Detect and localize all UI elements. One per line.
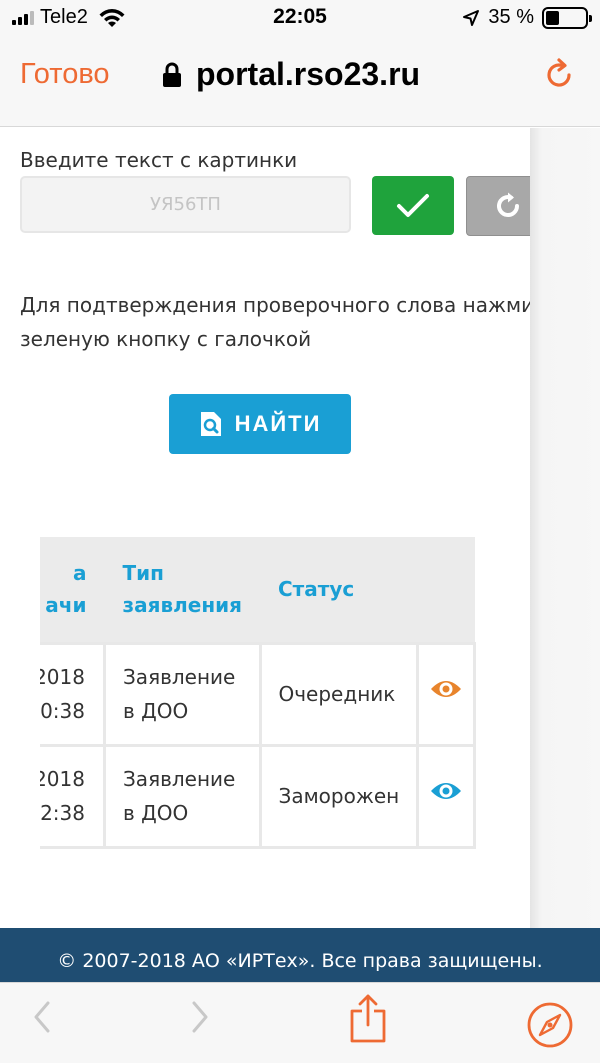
find-button-label: НАЙТИ — [234, 411, 322, 436]
copyright-text: © 2007-2018 АО «ИРТех». Все права защище… — [57, 950, 543, 972]
view-eye-icon[interactable] — [429, 779, 463, 803]
captcha-label: Введите текст с картинки — [20, 148, 298, 172]
cell-action — [416, 641, 477, 747]
compass-icon[interactable] — [526, 1001, 574, 1049]
battery-percent: 35 % — [488, 6, 534, 28]
checkmark-icon — [397, 193, 429, 217]
header-actions — [417, 537, 475, 643]
header-date: а ачи — [40, 537, 105, 643]
back-arrow-icon[interactable] — [30, 997, 54, 1037]
done-button[interactable]: Готово — [20, 58, 110, 91]
url-text: portal.rso23.ru — [196, 56, 421, 92]
cell-date: 3.2018 40:38 — [40, 641, 106, 747]
table-row: 7.2018 12:38 Заявление в ДОО Заморожен — [40, 743, 477, 849]
share-icon[interactable] — [348, 993, 388, 1045]
cell-type: Заявление в ДОО — [102, 641, 262, 747]
search-document-icon — [200, 412, 221, 436]
confirmation-hint: Для подтверждения проверочного слова наж… — [20, 293, 559, 351]
reload-icon[interactable] — [542, 58, 576, 92]
battery-icon — [542, 6, 592, 29]
cell-action — [416, 743, 477, 849]
address-bar: Готово portal.rso23.ru — [0, 36, 600, 127]
battery-fill — [546, 10, 560, 25]
cell-date: 7.2018 12:38 — [40, 743, 106, 849]
captcha-input[interactable] — [20, 176, 351, 233]
header-type: Тип заявления — [104, 537, 260, 643]
cell-type: Заявление в ДОО — [102, 743, 262, 849]
view-eye-icon[interactable] — [429, 677, 463, 701]
table-header-row: а ачи Тип заявления Статус — [40, 537, 475, 643]
table-row: 3.2018 40:38 Заявление в ДОО Очередник — [40, 641, 477, 747]
status-bar: Tele2 22:05 35 % — [0, 0, 600, 36]
confirm-captcha-button[interactable] — [372, 176, 454, 235]
location-arrow-icon — [463, 9, 480, 26]
browser-toolbar — [0, 982, 600, 1063]
applications-table: а ачи Тип заявления Статус 3.2018 40:38 … — [40, 537, 491, 850]
page-content: Введите текст с картинки Для подтвержден… — [0, 128, 558, 928]
cell-status: Очередник — [258, 641, 420, 747]
cell-status: Заморожен — [258, 743, 420, 849]
lock-icon — [163, 62, 181, 87]
forward-arrow-icon[interactable] — [188, 997, 212, 1037]
find-button[interactable]: НАЙТИ — [169, 394, 351, 454]
url-display[interactable]: portal.rso23.ru — [162, 56, 420, 93]
battery-nub — [589, 14, 592, 22]
status-right: 35 % — [462, 6, 592, 29]
header-status: Статус — [260, 537, 418, 643]
refresh-icon — [496, 192, 519, 217]
site-footer: © 2007-2018 АО «ИРТех». Все права защище… — [0, 928, 600, 983]
page-edge-shadow — [530, 128, 600, 928]
